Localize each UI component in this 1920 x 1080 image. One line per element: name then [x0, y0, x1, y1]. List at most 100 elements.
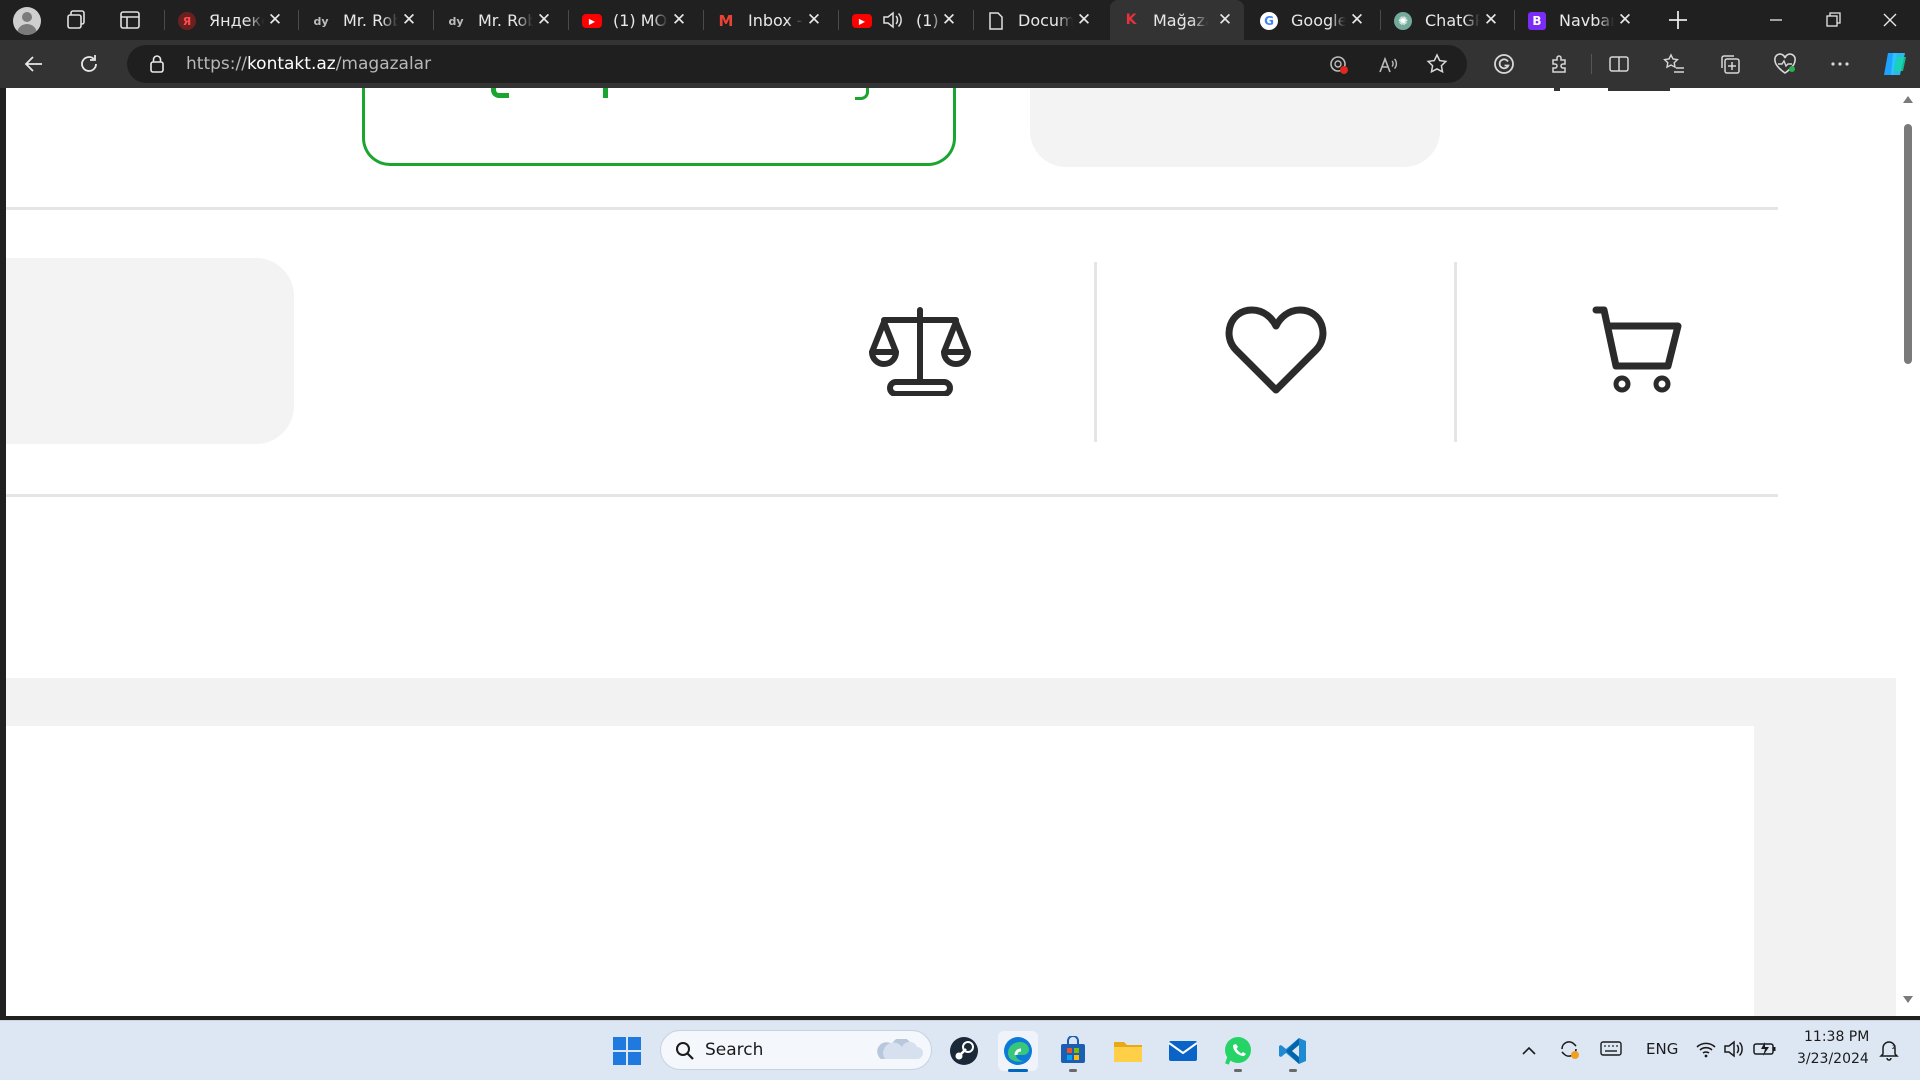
grammarly-icon[interactable] — [1490, 50, 1518, 78]
green-outlined-banner[interactable] — [362, 88, 956, 166]
close-tab-icon[interactable]: ✕ — [1616, 11, 1634, 29]
close-tab-icon[interactable]: ✕ — [400, 11, 418, 29]
document-icon — [987, 12, 1005, 30]
url-text[interactable]: https://kontakt.az/magazalar — [186, 54, 431, 74]
restore-window-icon[interactable] — [1823, 10, 1843, 30]
web-page-viewport — [6, 88, 1896, 1016]
profile-avatar-icon[interactable] — [13, 7, 41, 35]
close-tab-icon[interactable]: ✕ — [940, 11, 958, 29]
copilot-icon[interactable] — [1879, 48, 1911, 80]
tab-title: Яндекс — [209, 11, 264, 30]
wifi-icon[interactable] — [1695, 1040, 1717, 1058]
header-action-divider — [1094, 262, 1097, 442]
close-tab-icon[interactable]: ✕ — [266, 11, 284, 29]
chatgpt-icon: ✺ — [1394, 12, 1412, 30]
tab-title: Mağazalar — [1153, 11, 1208, 30]
keyboard-icon[interactable] — [1600, 1040, 1622, 1058]
notification-bell-icon[interactable]: z — [1879, 1039, 1899, 1061]
svg-text:z: z — [1892, 1043, 1896, 1051]
speaker-audio-icon[interactable] — [882, 11, 902, 29]
clock-date[interactable]: 3/23/2024 — [1797, 1051, 1869, 1067]
youtube-icon: ▶ — [852, 14, 872, 28]
compare-icon[interactable] — [868, 304, 972, 397]
steam-icon[interactable] — [944, 1031, 984, 1071]
url-host: kontakt.az — [246, 54, 336, 74]
tab-mr-robot-1[interactable]: dy Mr. Robot ✕ — [300, 4, 428, 36]
read-aloud-icon[interactable] — [1377, 54, 1399, 76]
vscode-icon[interactable] — [1273, 1031, 1313, 1072]
clock-time[interactable]: 11:38 PM — [1804, 1029, 1869, 1045]
scroll-up-arrow-icon[interactable] — [1903, 96, 1913, 103]
sync-status-icon[interactable] — [1558, 1038, 1580, 1060]
close-tab-icon[interactable]: ✕ — [535, 11, 553, 29]
cart-icon[interactable] — [1592, 304, 1682, 396]
tab-navbar[interactable]: B Navbar ✕ — [1516, 4, 1644, 36]
tab-title: Inbox - m — [748, 11, 803, 30]
tab-google[interactable]: G Google ✕ — [1248, 4, 1376, 36]
address-bar[interactable]: https://kontakt.az/magazalar — [127, 45, 1467, 83]
google-icon: G — [1260, 12, 1278, 30]
banner-text-fragment — [855, 88, 869, 100]
volume-icon[interactable] — [1723, 1039, 1745, 1059]
browser-essentials-icon[interactable] — [1771, 50, 1799, 78]
tab-title: Navbar — [1559, 11, 1614, 30]
tab-title: (1) MOST — [613, 11, 668, 30]
close-tab-icon[interactable]: ✕ — [1482, 11, 1500, 29]
new-tab-plus-icon[interactable] — [1666, 8, 1690, 32]
refresh-icon[interactable] — [75, 50, 103, 78]
store-icon[interactable] — [1053, 1031, 1093, 1072]
nav-divider — [6, 494, 1778, 497]
taskbar-search-box[interactable]: Search — [660, 1030, 932, 1070]
favorite-star-icon[interactable] — [1426, 53, 1448, 75]
tracking-prevention-icon[interactable] — [1328, 54, 1350, 76]
file-explorer-icon[interactable] — [1108, 1031, 1148, 1071]
top-right-fragment — [1608, 88, 1670, 91]
settings-more-icon[interactable] — [1826, 50, 1854, 78]
battery-charging-icon[interactable] — [1753, 1040, 1777, 1058]
tab-chatgpt[interactable]: ✺ ChatGPT ✕ — [1382, 4, 1510, 36]
tab-mr-robot-2[interactable]: dy Mr. Robot ✕ — [435, 4, 563, 36]
gmail-icon: M — [718, 12, 734, 30]
minimize-window-icon[interactable] — [1766, 10, 1786, 30]
search-placeholder-box[interactable] — [6, 258, 294, 444]
lock-icon[interactable] — [148, 54, 166, 74]
edge-icon[interactable] — [998, 1031, 1038, 1072]
banner-text-fragment — [603, 88, 608, 98]
dy-icon: dy — [313, 14, 329, 28]
mail-icon[interactable] — [1163, 1031, 1203, 1071]
close-tab-icon[interactable]: ✕ — [805, 11, 823, 29]
page-scrollbar[interactable] — [1896, 88, 1920, 1016]
gray-placeholder-box — [1030, 88, 1440, 167]
tab-magazalar-active[interactable]: K Mağazalar ✕ — [1110, 0, 1244, 40]
workspaces-icon[interactable] — [65, 9, 87, 31]
tab-title: Document — [1018, 11, 1073, 30]
scrollbar-thumb[interactable] — [1904, 124, 1912, 364]
close-tab-icon[interactable]: ✕ — [670, 11, 688, 29]
show-hidden-icons-chevron-icon[interactable] — [1521, 1042, 1537, 1055]
close-tab-icon[interactable]: ✕ — [1075, 11, 1093, 29]
tab-gmail-inbox[interactable]: M Inbox - m ✕ — [705, 4, 833, 36]
header-divider — [6, 207, 1778, 210]
back-arrow-icon[interactable] — [20, 50, 48, 78]
tab-youtube-most[interactable]: ▶ (1) MOST ✕ — [570, 4, 698, 36]
windows-taskbar: Search ENG 11:38 PM 3/23/2024 z — [0, 1020, 1920, 1080]
close-window-icon[interactable] — [1880, 10, 1900, 30]
extensions-icon[interactable] — [1545, 50, 1573, 78]
start-icon[interactable] — [607, 1031, 647, 1071]
scroll-down-arrow-icon[interactable] — [1903, 996, 1913, 1003]
close-tab-icon[interactable]: ✕ — [1216, 11, 1234, 29]
tab-yandex[interactable]: Я Яндекс ✕ — [166, 4, 294, 36]
tab-document[interactable]: Document ✕ — [975, 4, 1103, 36]
split-screen-icon[interactable] — [1605, 50, 1633, 78]
url-path: /magazalar — [335, 54, 432, 74]
tab-title: Mr. Robot — [478, 11, 533, 30]
favorites-heart-icon[interactable] — [1224, 304, 1328, 396]
favorites-list-icon[interactable] — [1660, 50, 1688, 78]
vertical-tabs-icon[interactable] — [119, 9, 141, 31]
input-language-indicator[interactable]: ENG — [1646, 1040, 1678, 1058]
tab-youtube-audio[interactable]: ▶ (1) ✕ — [840, 4, 968, 36]
collections-icon[interactable] — [1716, 50, 1744, 78]
whatsapp-icon[interactable] — [1218, 1031, 1258, 1072]
youtube-icon: ▶ — [582, 14, 602, 28]
close-tab-icon[interactable]: ✕ — [1348, 11, 1366, 29]
